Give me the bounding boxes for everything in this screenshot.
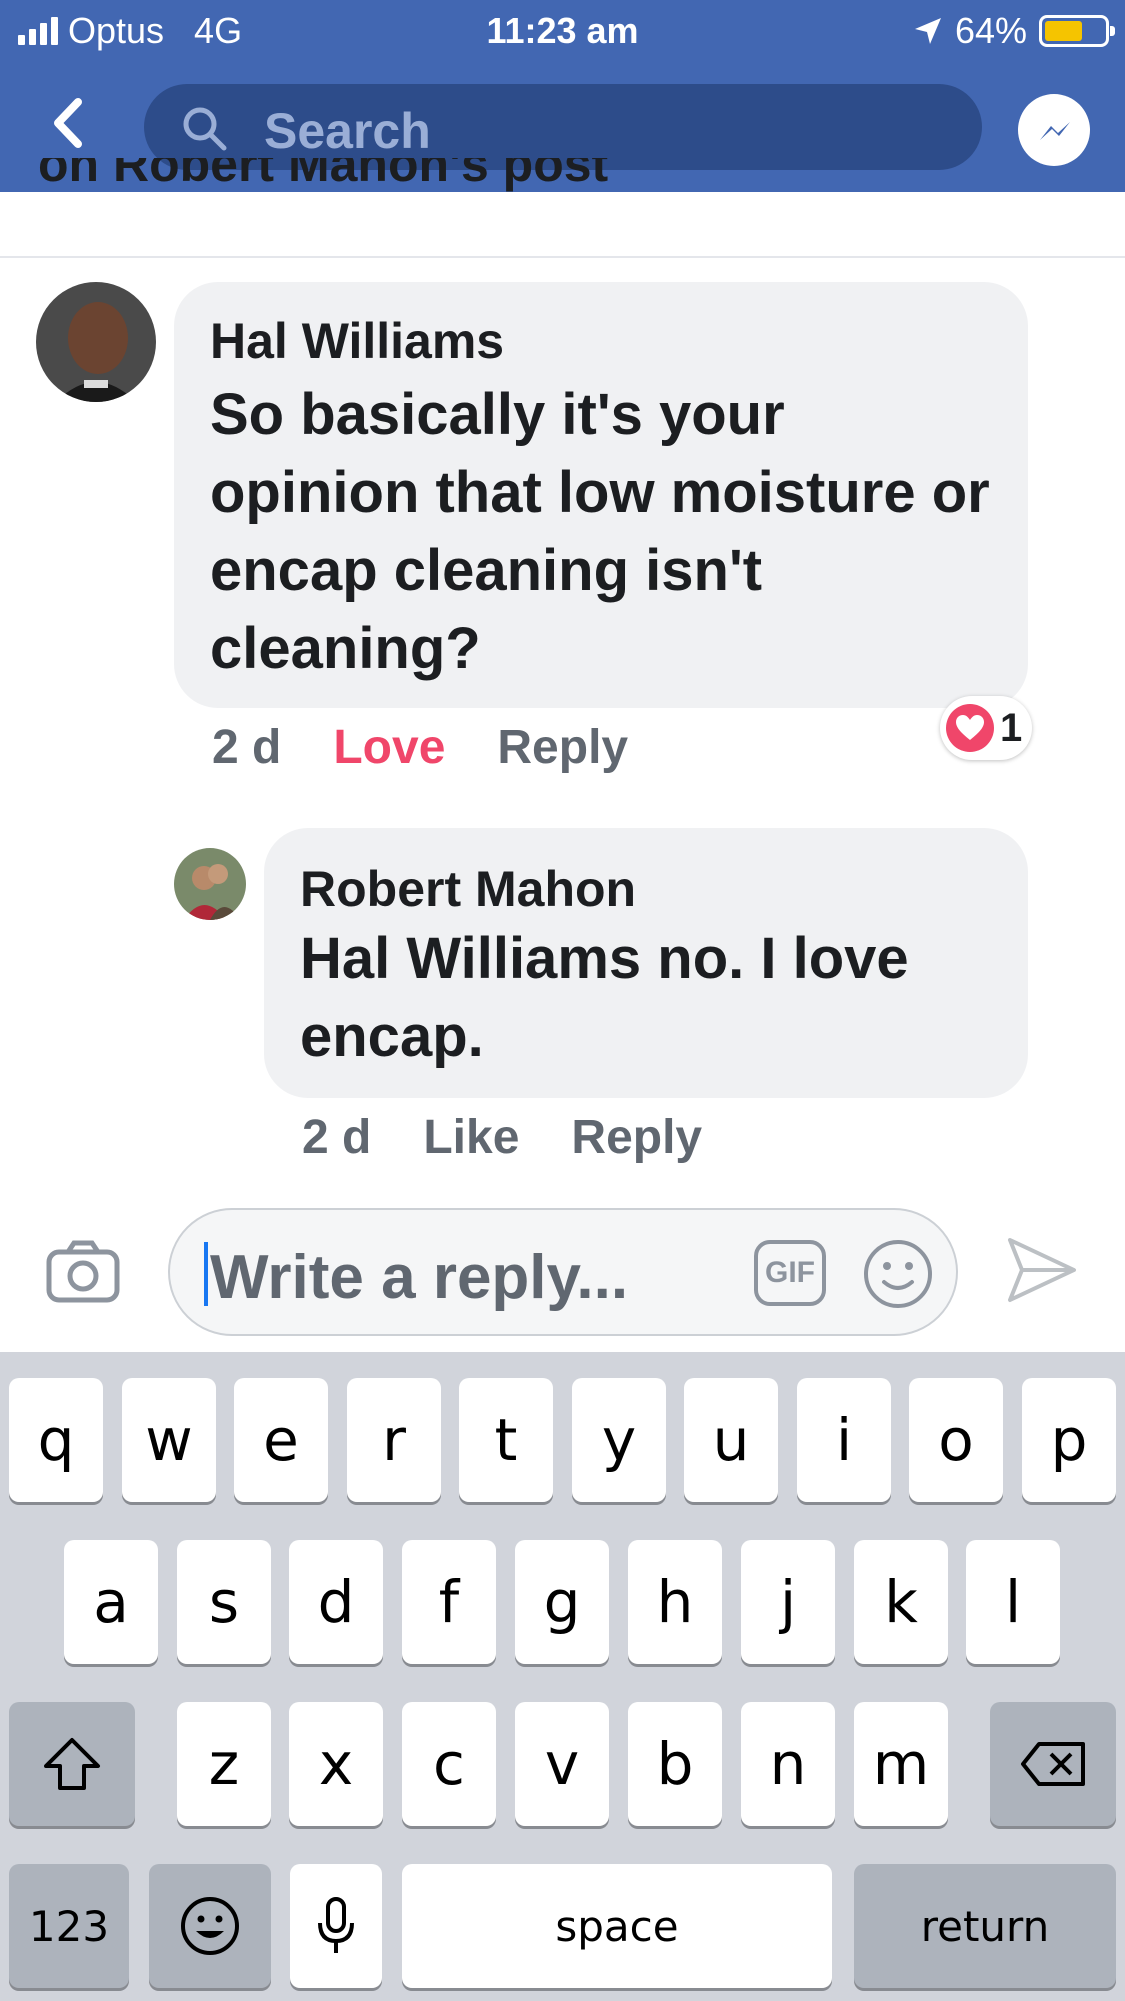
love-button[interactable]: Love <box>333 720 445 775</box>
status-bar: Optus 4G 11:23 am 64% <box>0 0 1125 64</box>
dictation-key[interactable] <box>290 1864 382 1988</box>
key-d[interactable]: d <box>289 1540 383 1664</box>
reply-text: Hal Williams no. I love encap. <box>300 920 992 1076</box>
header-divider <box>0 256 1125 258</box>
key-z[interactable]: z <box>177 1702 271 1826</box>
location-arrow-icon <box>914 18 941 44</box>
return-key[interactable]: return <box>854 1864 1116 1988</box>
emoji-icon[interactable] <box>862 1238 934 1310</box>
backspace-icon <box>1021 1742 1085 1786</box>
status-right: 64% <box>913 10 1115 52</box>
emoji-keyboard-icon <box>181 1897 239 1955</box>
comment-author[interactable]: Hal Williams <box>210 312 992 370</box>
shift-icon <box>44 1738 100 1790</box>
key-h[interactable]: h <box>628 1540 722 1664</box>
reply-author[interactable]: Robert Mahon <box>300 860 992 918</box>
like-button[interactable]: Like <box>423 1110 519 1165</box>
reaction-count: 1 <box>1000 705 1023 750</box>
key-v[interactable]: v <box>515 1702 609 1826</box>
search-icon <box>183 107 227 151</box>
reply-bubble[interactable]: Robert Mahon Hal Williams no. I love enc… <box>264 828 1028 1098</box>
numbers-key[interactable]: 123 <box>9 1864 129 1988</box>
messenger-icon <box>1040 122 1070 140</box>
post-title-cropped: on Robert Mahon's post <box>38 158 609 192</box>
key-g[interactable]: g <box>515 1540 609 1664</box>
key-u[interactable]: u <box>684 1378 778 1502</box>
avatar-robert-mahon[interactable] <box>174 848 246 920</box>
comment-actions: 2 d Love Reply <box>212 720 628 775</box>
mention-link[interactable]: Hal Williams <box>300 926 641 991</box>
backspace-key[interactable] <box>990 1702 1116 1826</box>
reply-button[interactable]: Reply <box>571 1110 702 1165</box>
key-f[interactable]: f <box>402 1540 496 1664</box>
key-b[interactable]: b <box>628 1702 722 1826</box>
key-i[interactable]: i <box>797 1378 891 1502</box>
avatar-hal-williams[interactable] <box>36 282 156 402</box>
key-c[interactable]: c <box>402 1702 496 1826</box>
microphone-icon <box>318 1897 354 1953</box>
battery-icon <box>1039 15 1115 47</box>
send-icon[interactable] <box>1006 1236 1078 1304</box>
reply-button[interactable]: Reply <box>497 720 628 775</box>
reply-placeholder: Write a reply... <box>210 1243 629 1312</box>
camera-icon[interactable] <box>46 1240 120 1304</box>
gif-button[interactable]: GIF <box>754 1240 826 1306</box>
key-s[interactable]: s <box>177 1540 271 1664</box>
reply-input[interactable]: Write a reply... GIF <box>168 1208 958 1336</box>
comment-time: 2 d <box>212 721 282 774</box>
comment-bubble[interactable]: Hal Williams So basically it's your opin… <box>174 282 1028 708</box>
search-placeholder: Search <box>264 103 431 159</box>
key-r[interactable]: r <box>347 1378 441 1502</box>
text-cursor <box>204 1242 208 1306</box>
key-m[interactable]: m <box>854 1702 948 1826</box>
key-w[interactable]: w <box>122 1378 216 1502</box>
key-x[interactable]: x <box>289 1702 383 1826</box>
messenger-button[interactable] <box>1018 94 1090 166</box>
key-k[interactable]: k <box>854 1540 948 1664</box>
key-a[interactable]: a <box>64 1540 158 1664</box>
key-t[interactable]: t <box>459 1378 553 1502</box>
key-l[interactable]: l <box>966 1540 1060 1664</box>
heart-icon <box>946 704 994 752</box>
comment-text: So basically it's your opinion that low … <box>210 382 990 681</box>
reaction-summary[interactable]: 1 <box>940 696 1033 760</box>
keyboard: q w e r t y u i o p a s d f g h j k l z … <box>0 1352 1125 2001</box>
reply-time: 2 d <box>302 1111 372 1164</box>
key-p[interactable]: p <box>1022 1378 1116 1502</box>
key-q[interactable]: q <box>9 1378 103 1502</box>
battery-fill <box>1045 21 1083 41</box>
key-o[interactable]: o <box>909 1378 1003 1502</box>
key-e[interactable]: e <box>234 1378 328 1502</box>
shift-key[interactable] <box>9 1702 135 1826</box>
key-j[interactable]: j <box>741 1540 835 1664</box>
key-n[interactable]: n <box>741 1702 835 1826</box>
battery-percent: 64% <box>954 10 1027 51</box>
reply-actions: 2 d Like Reply <box>302 1110 702 1165</box>
key-y[interactable]: y <box>572 1378 666 1502</box>
space-key[interactable]: space <box>402 1864 832 1988</box>
emoji-key[interactable] <box>149 1864 271 1988</box>
back-chevron-icon[interactable] <box>48 98 88 148</box>
